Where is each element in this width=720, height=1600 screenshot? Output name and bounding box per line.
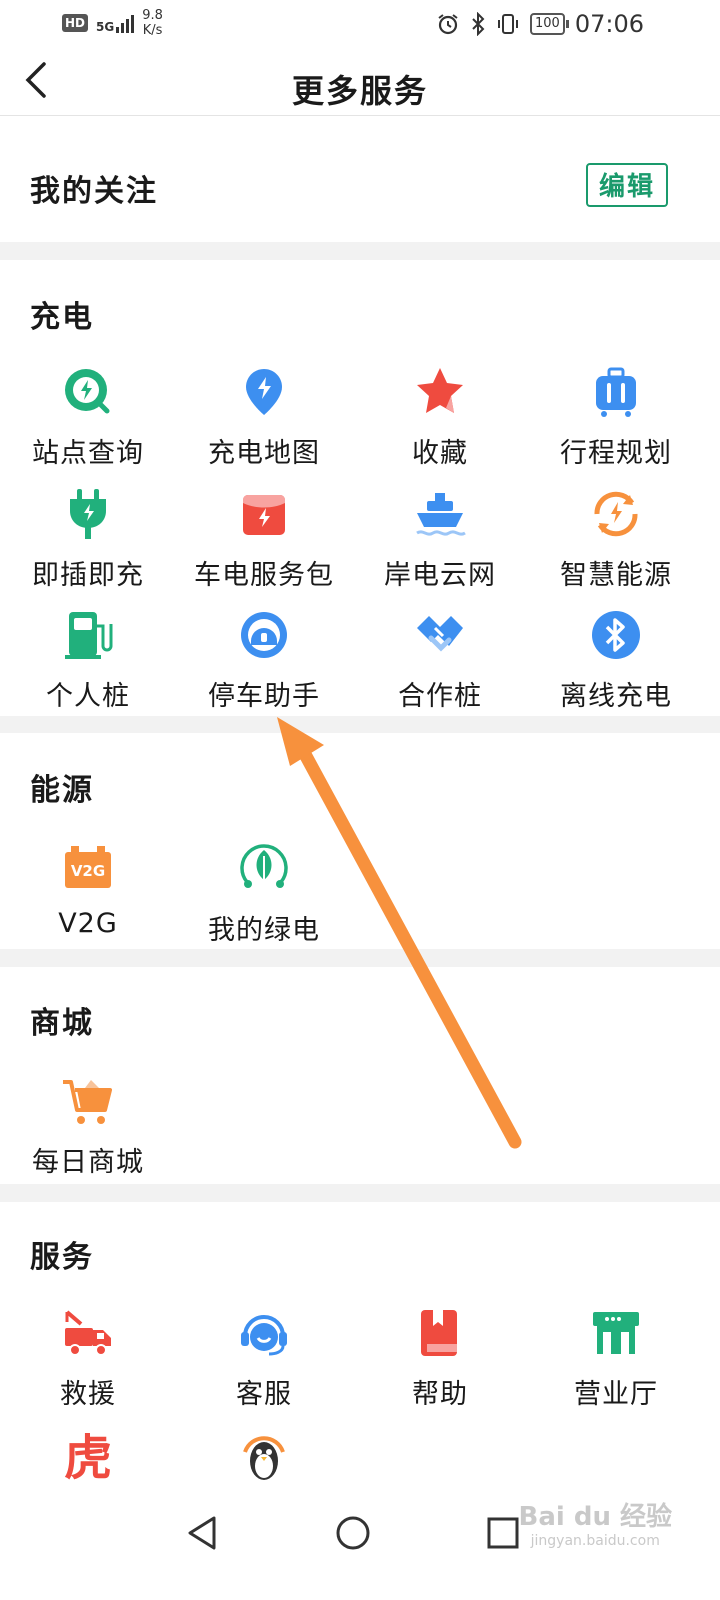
tiger-logo-icon: 虎 <box>64 1430 112 1482</box>
status-bar: HD 5G 9.8 K/s 100 07:06 <box>0 0 720 48</box>
nav-back-button[interactable] <box>178 1508 228 1558</box>
headset-icon <box>241 1315 287 1356</box>
network-type: 5G <box>96 20 115 34</box>
v2g-battery-icon: V2G <box>65 846 111 888</box>
tiger-service-item[interactable]: 虎 <box>0 1428 176 1482</box>
green-power-item[interactable]: 我的绿电 <box>176 842 352 947</box>
page-title: 更多服务 <box>291 72 428 110</box>
item-label: 智慧能源 <box>560 560 672 591</box>
section-divider <box>0 242 720 260</box>
shore-power-item[interactable]: 岸电云网 <box>352 487 528 592</box>
business-hall-item[interactable]: 营业厅 <box>528 1306 704 1411</box>
star-icon <box>417 368 463 413</box>
nav-home-button[interactable] <box>328 1508 378 1558</box>
green-power-icon <box>240 844 288 888</box>
services-section-title: 服务 <box>30 1240 94 1275</box>
charging-map-item[interactable]: 充电地图 <box>176 365 352 470</box>
luggage-icon <box>596 367 636 417</box>
plug-and-charge-item[interactable]: 即插即充 <box>0 487 176 592</box>
penguin-icon <box>243 1436 285 1480</box>
customer-service-item[interactable]: 客服 <box>176 1306 352 1411</box>
item-label: 离线充电 <box>560 681 672 712</box>
bluetooth-icon <box>592 611 640 659</box>
rescue-item[interactable]: 救援 <box>0 1306 176 1411</box>
item-label: 即插即充 <box>32 560 144 591</box>
item-label: 车电服务包 <box>194 560 334 591</box>
mall-section-title: 商城 <box>30 1006 94 1041</box>
item-label: 合作桩 <box>398 681 482 712</box>
storefront-icon <box>593 1312 639 1354</box>
daily-mall-item[interactable]: 每日商城 <box>0 1074 176 1179</box>
item-label: 帮助 <box>412 1379 468 1410</box>
section-divider <box>0 1184 720 1202</box>
network-speed: 9.8 K/s <box>142 8 163 38</box>
watermark-text: Bai du 经验 <box>518 1502 673 1532</box>
station-search-icon <box>65 369 110 414</box>
item-label: 个人桩 <box>46 681 130 712</box>
item-label: 收藏 <box>412 438 468 469</box>
tow-truck-icon <box>65 1310 111 1356</box>
hd-badge: HD <box>62 14 89 32</box>
trip-planning-item[interactable]: 行程规划 <box>528 365 704 470</box>
ship-icon <box>416 493 466 536</box>
item-label: 充电地图 <box>208 438 320 469</box>
smart-energy-item[interactable]: 智慧能源 <box>528 487 704 592</box>
baidu-watermark: Bai du 经验 jingyan.baidu.com <box>519 1496 673 1549</box>
battery-icon: 100 <box>530 13 569 35</box>
section-divider <box>0 716 720 733</box>
watermark-url: jingyan.baidu.com <box>530 1533 660 1549</box>
service-pack-icon <box>243 495 285 535</box>
speed-unit: K/s <box>142 23 163 38</box>
favorites-title: 我的关注 <box>30 174 158 209</box>
energy-section-title: 能源 <box>30 773 94 808</box>
signal-indicator: 5G <box>96 13 135 34</box>
speed-value: 9.8 <box>142 8 163 23</box>
clock: 07:06 <box>574 10 644 38</box>
charging-section-title: 充电 <box>30 300 94 335</box>
personal-charger-item[interactable]: 个人桩 <box>0 608 176 713</box>
item-label: 岸电云网 <box>384 560 496 591</box>
tiger-logo-text: 虎 <box>64 1430 112 1482</box>
favorites-star-item[interactable]: 收藏 <box>352 365 528 470</box>
v2g-icon-text: V2G <box>71 862 105 880</box>
charging-map-icon <box>246 369 282 415</box>
smart-energy-icon <box>594 491 638 537</box>
item-label: V2G <box>58 908 118 939</box>
vibrate-icon <box>498 14 518 34</box>
edit-button[interactable]: 编辑 <box>586 163 668 207</box>
alarm-icon <box>438 14 458 35</box>
book-icon <box>421 1310 457 1356</box>
triangle-back-icon <box>188 1516 216 1550</box>
parking-assistant-item[interactable]: 停车助手 <box>176 608 352 713</box>
service-pack-item[interactable]: 车电服务包 <box>176 487 352 592</box>
item-label: 行程规划 <box>560 438 672 469</box>
parking-assistant-icon <box>241 612 287 658</box>
item-label: 救援 <box>60 1379 116 1410</box>
handshake-icon <box>417 616 463 652</box>
penguin-service-item[interactable] <box>176 1428 352 1482</box>
shopping-cart-icon <box>63 1080 112 1124</box>
help-item[interactable]: 帮助 <box>352 1306 528 1411</box>
signal-bars-icon <box>116 13 135 33</box>
bluetooth-status-icon <box>472 12 485 36</box>
v2g-item[interactable]: V2G V2G <box>0 842 176 939</box>
plug-icon <box>70 489 106 539</box>
personal-charger-icon <box>65 612 113 659</box>
station-search-item[interactable]: 站点查询 <box>0 365 176 470</box>
offline-charging-item[interactable]: 离线充电 <box>528 608 704 713</box>
section-divider <box>0 949 720 967</box>
app-header: 更多服务 <box>0 48 720 116</box>
item-label: 站点查询 <box>32 438 144 469</box>
item-label: 客服 <box>236 1379 292 1410</box>
circle-home-icon <box>336 1516 370 1550</box>
item-label: 停车助手 <box>208 681 320 712</box>
item-label: 每日商城 <box>32 1147 144 1178</box>
item-label: 营业厅 <box>574 1379 658 1410</box>
item-label: 我的绿电 <box>208 915 320 946</box>
partner-charger-item[interactable]: 合作桩 <box>352 608 528 713</box>
